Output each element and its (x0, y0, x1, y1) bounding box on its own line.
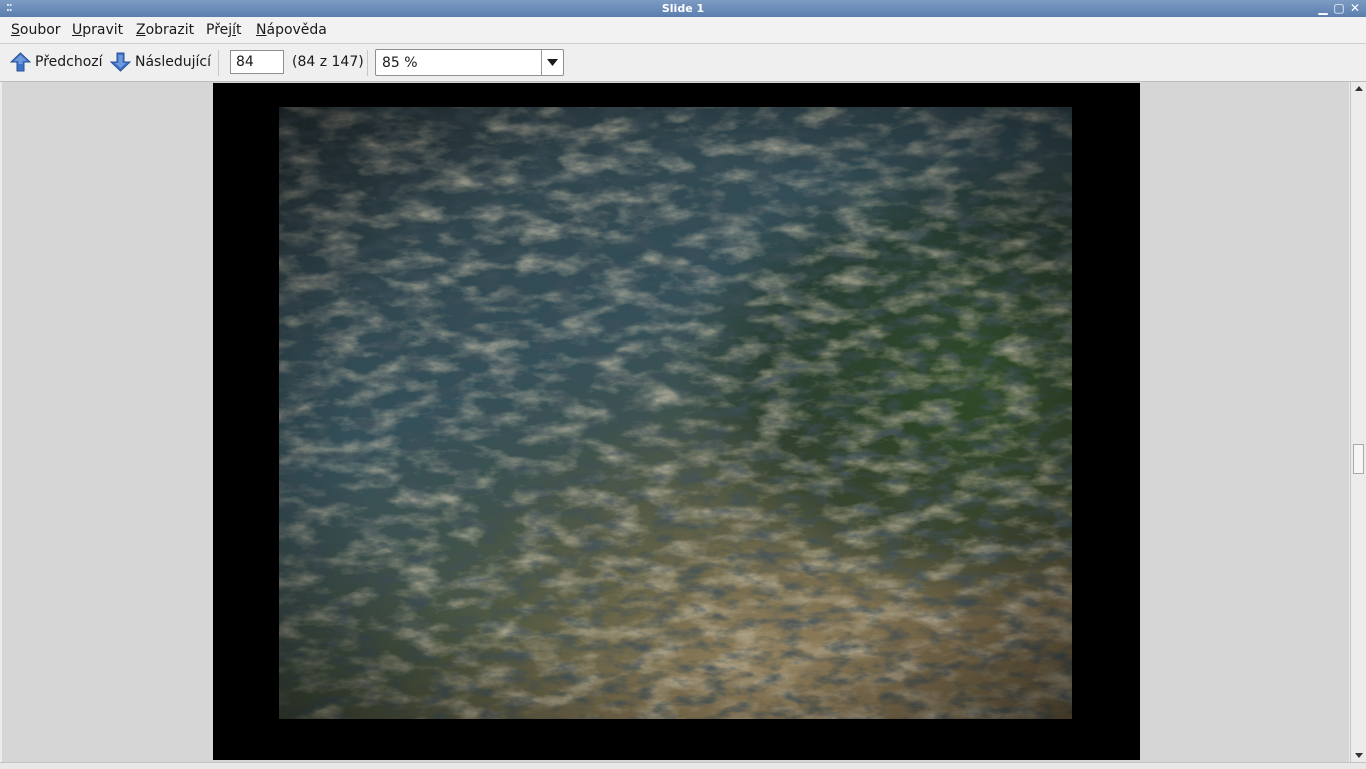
menu-help-label: ápověda (266, 22, 327, 38)
menu-edit-mnemonic: U (72, 22, 83, 38)
page-number-input[interactable] (230, 50, 284, 74)
scrollbar-thumb[interactable] (1353, 444, 1364, 475)
document-view[interactable] (2, 82, 1349, 762)
menu-view-label: obrazit (145, 22, 195, 38)
menu-file-label: oubor (19, 22, 61, 38)
zoom-select[interactable]: 85 % (375, 49, 564, 76)
next-label: Následující (135, 54, 211, 70)
toolbar: Předchozí Následující (84 z 147) 85 % (0, 44, 1366, 82)
menu-help-mnemonic: N (256, 22, 267, 38)
next-button[interactable]: Následující (110, 50, 211, 74)
menu-view-mnemonic: Z (136, 22, 146, 38)
menu-go[interactable]: Přejít (206, 22, 242, 38)
menu-file-mnemonic: S (11, 22, 20, 38)
previous-button[interactable]: Předchozí (10, 50, 103, 74)
zoom-value: 85 % (382, 55, 418, 71)
close-icon[interactable]: ✕ (1348, 1, 1362, 15)
minimize-icon[interactable]: ▁ (1316, 1, 1330, 15)
window-title: Slide 1 (661, 2, 705, 15)
zoom-dropdown-button[interactable] (541, 50, 563, 75)
window-titlebar[interactable]: ⁚⁚ Slide 1 ▁ ▢ ✕ (0, 0, 1366, 17)
toolbar-separator (367, 50, 368, 76)
toolbar-separator (218, 50, 219, 76)
menu-edit[interactable]: Upravit (72, 22, 123, 38)
menu-go-label-end: t (236, 22, 242, 38)
arrow-down-icon (110, 52, 131, 72)
menu-edit-label: pravit (82, 22, 124, 38)
scroll-up-icon[interactable] (1352, 82, 1366, 96)
previous-label: Předchozí (35, 54, 103, 70)
page-count: (84 z 147) (292, 54, 364, 70)
menu-go-label-start: Přej (206, 22, 233, 38)
maximize-icon[interactable]: ▢ (1332, 1, 1346, 15)
arrow-up-icon (10, 52, 31, 72)
menu-help[interactable]: Nápověda (256, 22, 327, 38)
menu-file[interactable]: Soubor (11, 22, 61, 38)
scroll-down-icon[interactable] (1352, 748, 1366, 762)
menu-bar: Soubor Upravit Zobrazit Přejít Nápověda (0, 17, 1366, 44)
vertical-scrollbar[interactable] (1350, 82, 1366, 762)
chevron-down-icon (547, 59, 558, 66)
slide-photo (279, 107, 1072, 719)
slide-page (213, 83, 1140, 760)
rock-texture-image (279, 107, 1072, 719)
menu-view[interactable]: Zobrazit (136, 22, 194, 38)
